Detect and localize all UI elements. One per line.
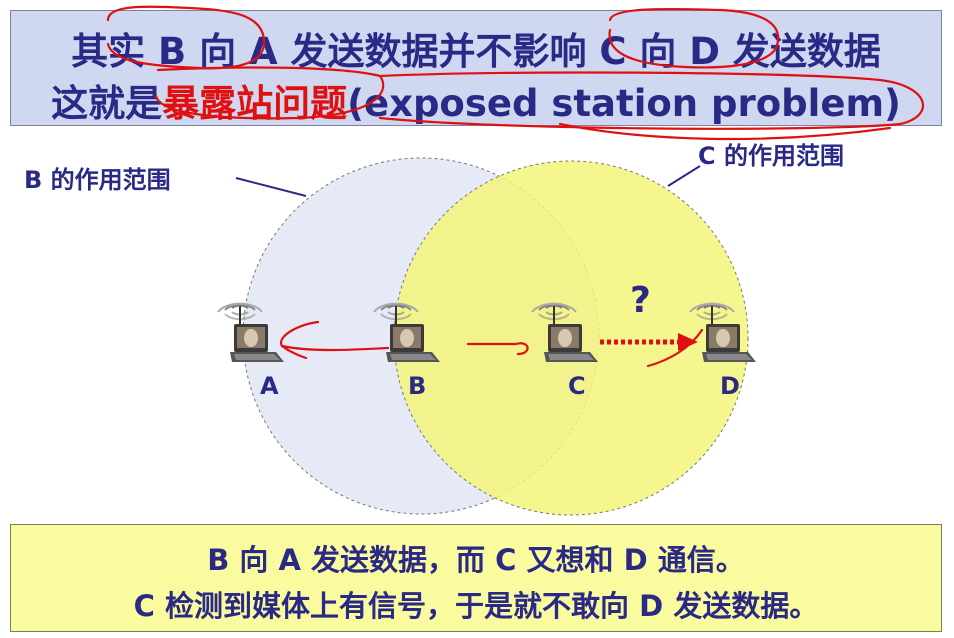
explanation-line-2: C 检测到媒体上有信号，于是就不敢向 D 发送数据。	[133, 589, 819, 623]
explanation-box: B 向 A 发送数据，而 C 又想和 D 通信。 C 检测到媒体上有信号，于是就…	[10, 524, 942, 632]
node-label-c: C	[568, 372, 586, 400]
node-label-d: D	[720, 372, 740, 400]
b-range-pointer	[235, 177, 307, 197]
c-range-pointer	[667, 165, 701, 187]
node-label-b: B	[408, 372, 427, 400]
explanation-line-1: B 向 A 发送数据，而 C 又想和 D 通信。	[207, 543, 745, 577]
c-range-label: C 的作用范围	[698, 142, 844, 170]
question-mark: ?	[630, 280, 651, 321]
b-range-label: B 的作用范围	[24, 166, 171, 194]
node-label-a: A	[260, 372, 279, 400]
